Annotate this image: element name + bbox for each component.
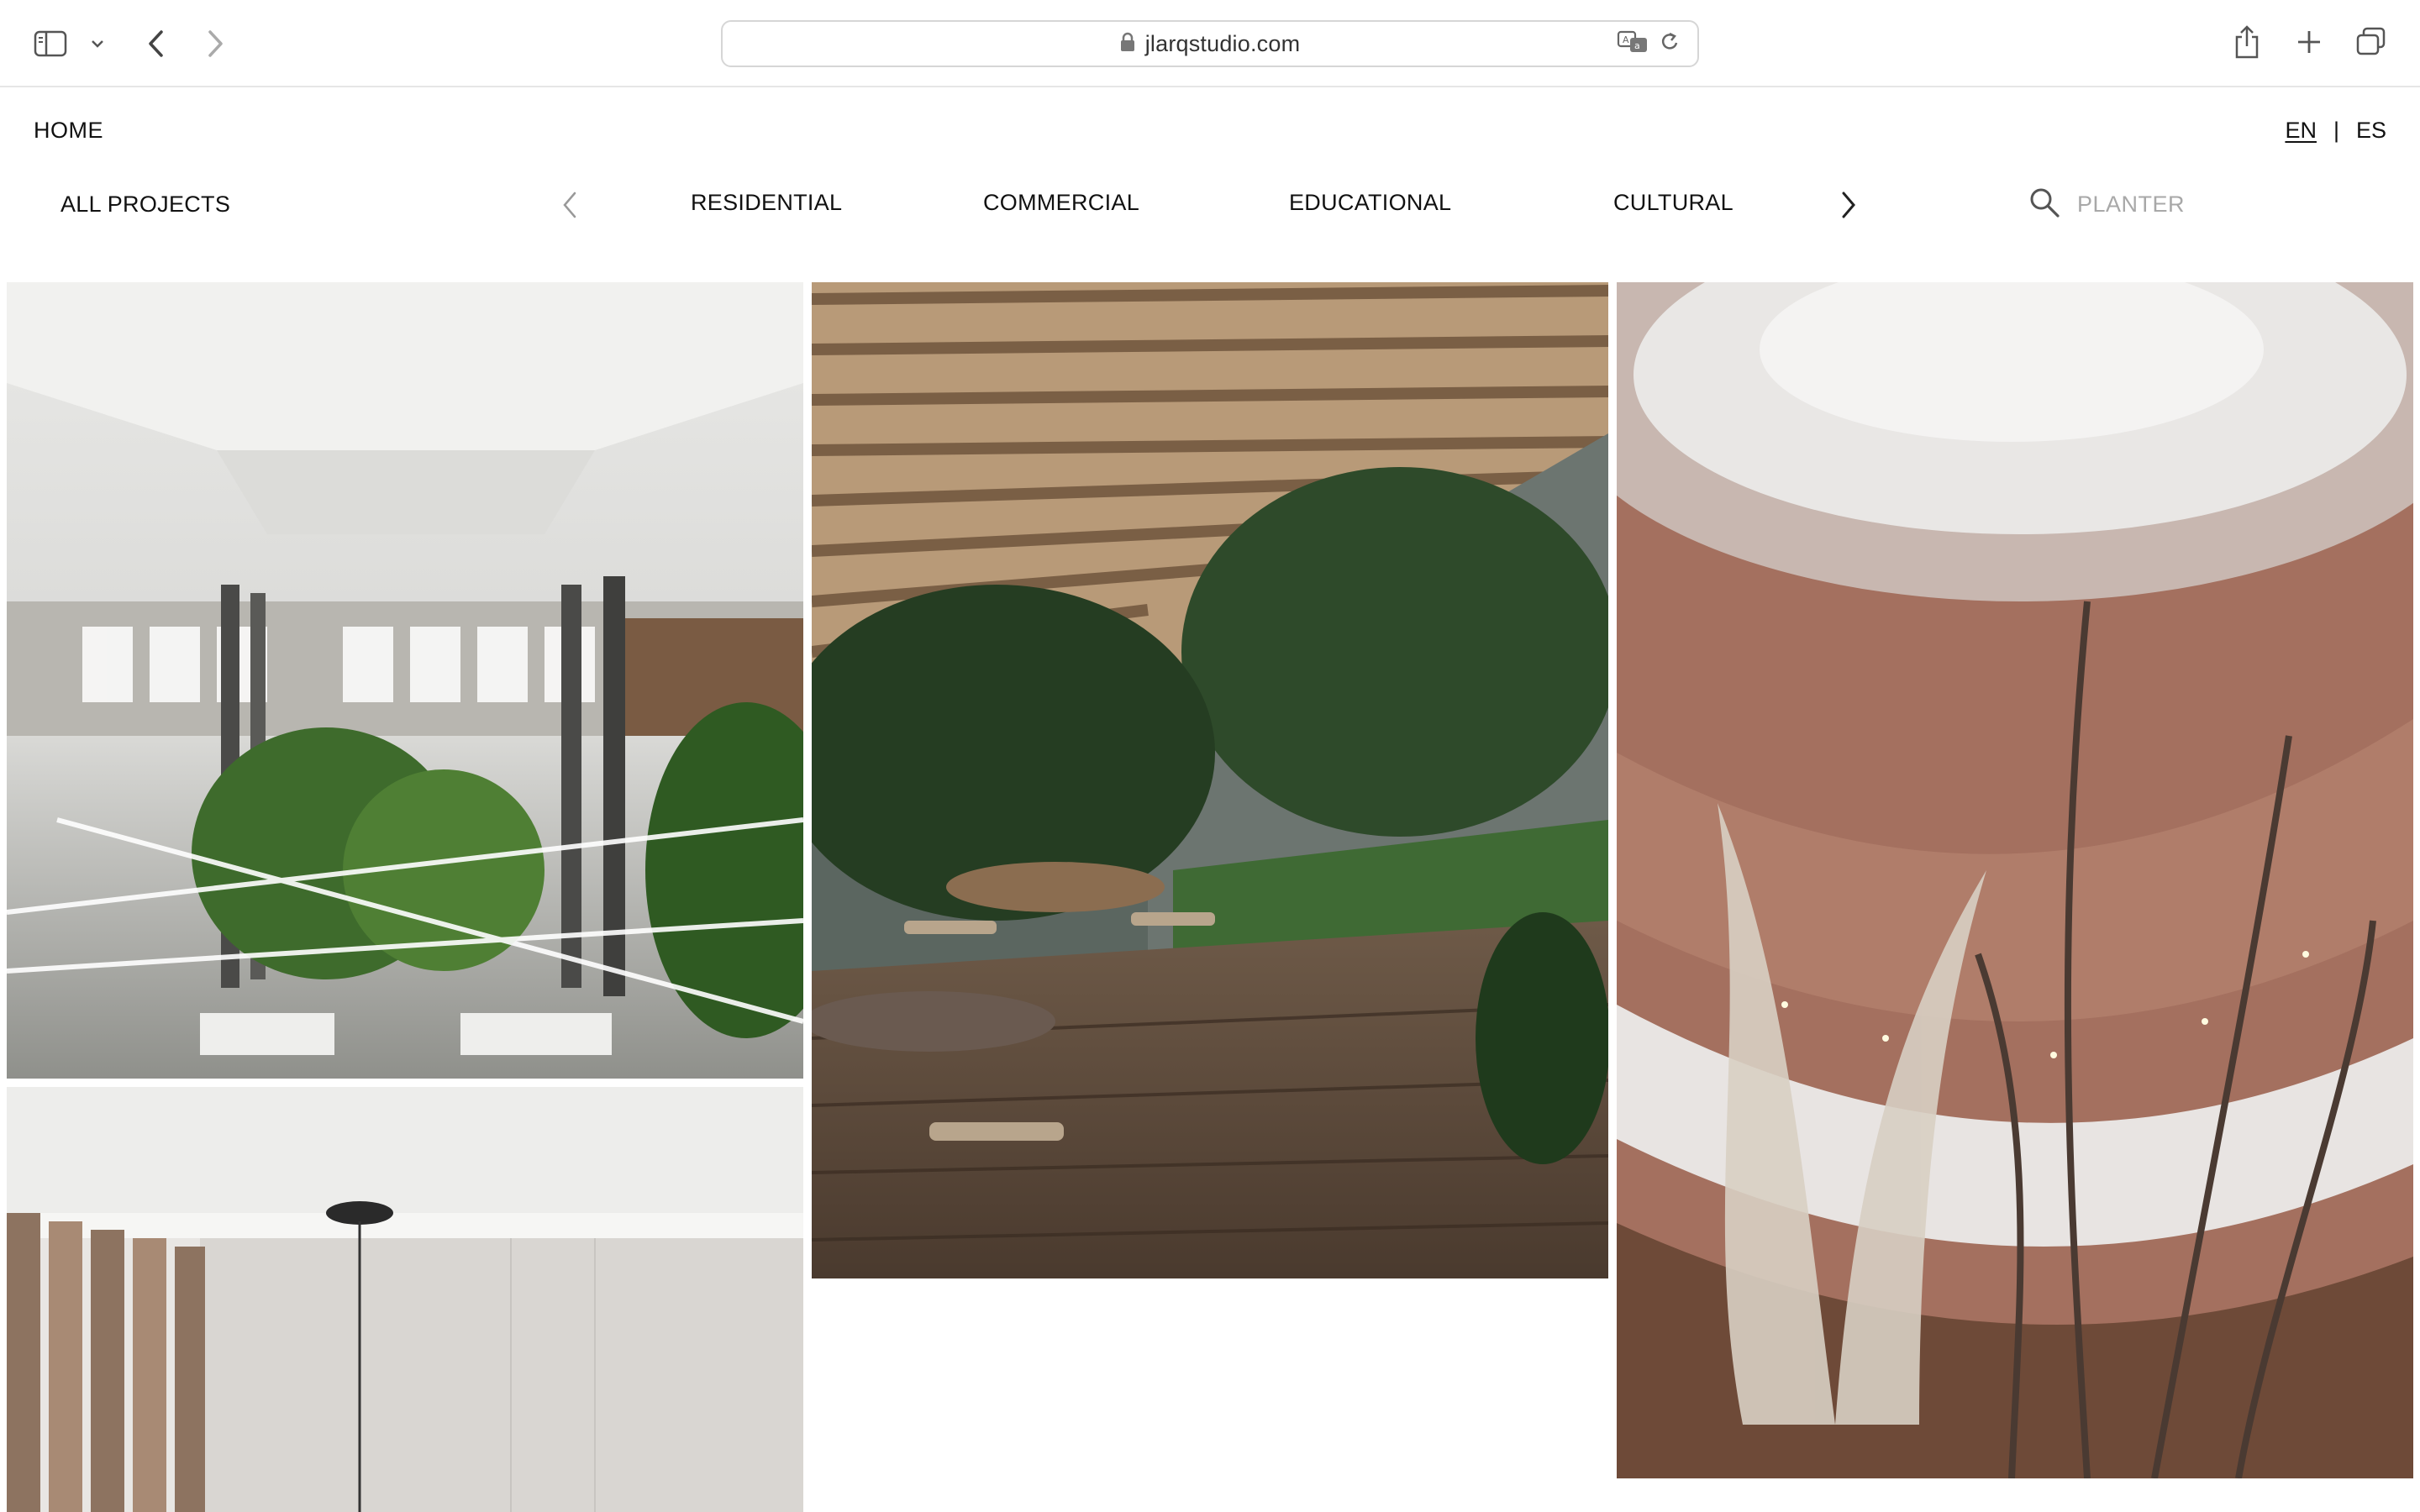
tabs-overview-icon[interactable] — [2354, 25, 2388, 59]
category-educational[interactable]: EDUCATIONAL — [1289, 190, 1451, 216]
language-switcher: EN | ES — [2285, 118, 2386, 144]
translate-icon[interactable]: Aa — [1617, 29, 1650, 59]
browser-toolbar: jlarqstudio.com Aa — [0, 0, 2420, 87]
spiral-atrium-sculpture-render — [1617, 282, 2413, 1478]
sidebar-icon[interactable] — [32, 27, 69, 60]
all-projects-link[interactable]: ALL PROJECTS — [60, 192, 230, 218]
language-es-link[interactable]: ES — [2356, 118, 2386, 144]
back-icon[interactable] — [139, 25, 173, 62]
forward-icon[interactable] — [198, 25, 232, 62]
pergola-garden-terrace-render — [812, 282, 1608, 1278]
project-tile-spiral-atrium[interactable] — [1617, 282, 2413, 1478]
reload-icon[interactable] — [1659, 30, 1681, 58]
lock-icon — [1120, 32, 1135, 56]
url-text: jlarqstudio.com — [1144, 30, 1301, 56]
search-box — [2028, 186, 2262, 223]
new-tab-icon[interactable] — [2294, 25, 2324, 59]
project-tile-pergola[interactable] — [812, 282, 1608, 1278]
atrium-office-render — [7, 282, 803, 1079]
category-nav: ALL PROJECTS RESIDENTIAL COMMERCIAL EDUC… — [0, 183, 2420, 227]
chevron-down-icon[interactable] — [87, 34, 108, 54]
search-input[interactable] — [2077, 192, 2262, 218]
interior-pendant-curtain-render — [7, 1087, 803, 1512]
share-icon[interactable] — [2232, 24, 2262, 60]
project-tile-atrium[interactable] — [7, 282, 803, 1079]
address-bar[interactable]: jlarqstudio.com Aa — [721, 20, 1699, 67]
svg-text:A: A — [1623, 34, 1629, 45]
category-residential[interactable]: RESIDENTIAL — [691, 190, 842, 216]
category-next-icon[interactable] — [1837, 188, 1860, 226]
search-icon[interactable] — [2028, 186, 2060, 223]
category-commercial[interactable]: COMMERCIAL — [983, 190, 1139, 216]
language-en-link[interactable]: EN — [2285, 118, 2317, 144]
home-link[interactable]: HOME — [34, 118, 103, 144]
svg-text:a: a — [1634, 40, 1640, 51]
project-tile-interior[interactable] — [7, 1087, 803, 1512]
category-cultural[interactable]: CULTURAL — [1613, 190, 1733, 216]
language-separator: | — [2333, 118, 2339, 143]
category-prev-icon[interactable] — [558, 188, 581, 226]
